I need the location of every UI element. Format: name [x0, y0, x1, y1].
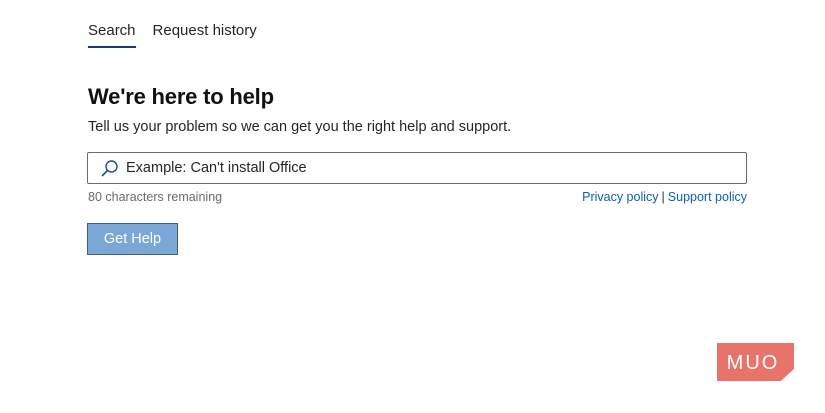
page-subtitle: Tell us your problem so we can get you t… [88, 119, 512, 135]
get-help-button[interactable]: Get Help [87, 223, 178, 255]
privacy-policy-link[interactable]: Privacy policy [582, 190, 658, 204]
support-policy-link[interactable]: Support policy [668, 190, 747, 204]
tab-bar: Search Request history [88, 20, 257, 48]
watermark-text: MUO [727, 352, 780, 374]
muo-watermark-logo: MUO [717, 343, 794, 381]
tab-request-history[interactable]: Request history [153, 20, 257, 45]
search-input[interactable] [126, 160, 726, 176]
tab-search[interactable]: Search [88, 20, 136, 48]
characters-remaining: 80 characters remaining [88, 190, 223, 204]
search-box[interactable] [87, 152, 747, 184]
search-icon [100, 158, 120, 178]
link-separator: | [661, 190, 665, 204]
page-title: We're here to help [88, 84, 274, 109]
help-page: Search Request history We're here to hel… [0, 0, 825, 413]
policy-links: Privacy policy | Support policy [582, 190, 747, 204]
